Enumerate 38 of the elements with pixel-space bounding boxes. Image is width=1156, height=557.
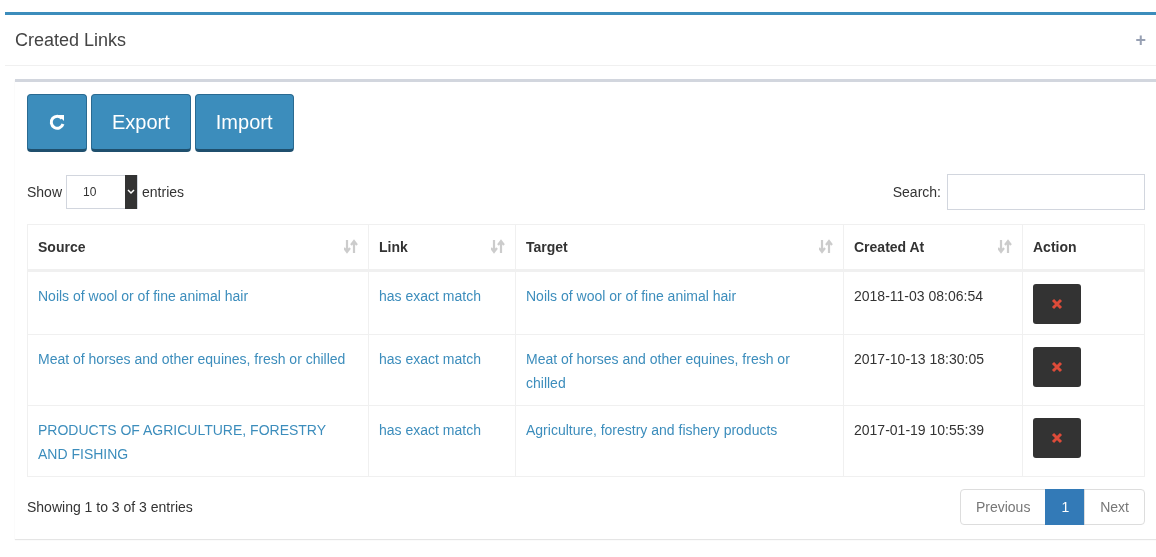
page-button[interactable]: 1 xyxy=(1045,489,1086,525)
search-field[interactable] xyxy=(947,174,1145,210)
column-header[interactable]: Target xyxy=(515,224,844,271)
close-icon xyxy=(1051,361,1063,373)
sort-icon xyxy=(998,239,1012,255)
sort-icon xyxy=(491,239,505,255)
header-label: Source xyxy=(38,239,86,255)
delete-button[interactable] xyxy=(1033,284,1081,324)
column-header[interactable]: Link xyxy=(368,224,516,271)
toolbar-button[interactable]: Import xyxy=(194,94,294,152)
header-label: Created At xyxy=(854,239,925,255)
toolbar-button[interactable]: Export xyxy=(91,94,191,152)
entries-info: Showing 1 to 3 of 3 entries xyxy=(27,499,193,515)
delete-button[interactable] xyxy=(1033,418,1081,458)
date-cell: 2017-10-13 18:30:05 xyxy=(854,351,984,367)
date-cell: 2018-11-03 08:06:54 xyxy=(854,288,983,304)
header-label: Action xyxy=(1033,239,1077,255)
caret-icon xyxy=(127,189,136,195)
expand-button[interactable]: + xyxy=(1135,29,1146,51)
sort-icon xyxy=(344,239,358,255)
entries-label: entries xyxy=(142,184,185,200)
header-label: Target xyxy=(526,239,568,255)
header-label: Link xyxy=(379,239,408,255)
page-button[interactable]: Next xyxy=(1084,489,1145,525)
refresh-icon xyxy=(48,113,66,131)
close-icon xyxy=(1051,432,1063,444)
close-icon xyxy=(1051,298,1063,310)
delete-button[interactable] xyxy=(1033,347,1081,387)
sort-icon xyxy=(819,239,833,255)
column-header[interactable]: Created At xyxy=(843,224,1023,271)
show-label: Show xyxy=(27,184,63,200)
refresh-button[interactable] xyxy=(27,94,87,152)
panel-title: Created Links xyxy=(15,29,127,51)
page-button[interactable]: Previous xyxy=(959,489,1047,525)
date-cell: 2017-01-19 10:55:39 xyxy=(854,422,984,438)
search-label: Search: xyxy=(892,184,941,200)
page-length-select[interactable]: 10 xyxy=(66,175,139,209)
column-header[interactable]: Source xyxy=(27,224,369,271)
